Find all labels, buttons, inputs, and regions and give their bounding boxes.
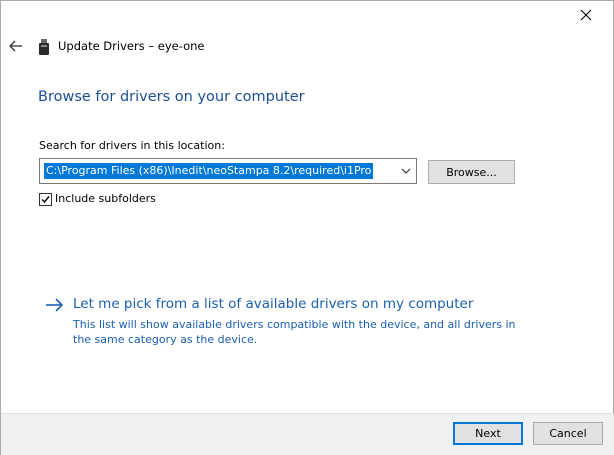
usb-device-icon bbox=[39, 39, 49, 55]
browse-button[interactable]: Browse... bbox=[428, 160, 515, 184]
driver-path-combobox[interactable]: C:\Program Files (x86)\Inedit\neoStampa … bbox=[39, 158, 417, 184]
update-drivers-dialog: Update Drivers – eye-one Browse for driv… bbox=[0, 0, 614, 455]
window-title: Update Drivers – eye-one bbox=[58, 39, 205, 53]
back-button[interactable] bbox=[7, 37, 25, 55]
page-heading: Browse for drivers on your computer bbox=[38, 89, 305, 105]
include-subfolders-checkbox[interactable] bbox=[39, 193, 52, 206]
close-icon bbox=[580, 9, 592, 21]
driver-path-value[interactable]: C:\Program Files (x86)\Inedit\neoStampa … bbox=[44, 163, 374, 179]
include-subfolders-label[interactable]: Include subfolders bbox=[55, 192, 156, 205]
close-button[interactable] bbox=[574, 4, 598, 26]
cancel-button[interactable]: Cancel bbox=[533, 422, 603, 445]
next-button[interactable]: Next bbox=[453, 422, 523, 445]
pick-from-list-link[interactable]: Let me pick from a list of available dri… bbox=[73, 296, 473, 312]
back-arrow-icon bbox=[9, 40, 22, 52]
search-location-label: Search for drivers in this location: bbox=[39, 139, 225, 152]
pick-from-list-description[interactable]: This list will show available drivers co… bbox=[73, 317, 533, 347]
arrow-right-icon[interactable] bbox=[45, 297, 65, 313]
chevron-down-icon[interactable] bbox=[400, 165, 412, 177]
checkmark-icon bbox=[41, 196, 50, 204]
